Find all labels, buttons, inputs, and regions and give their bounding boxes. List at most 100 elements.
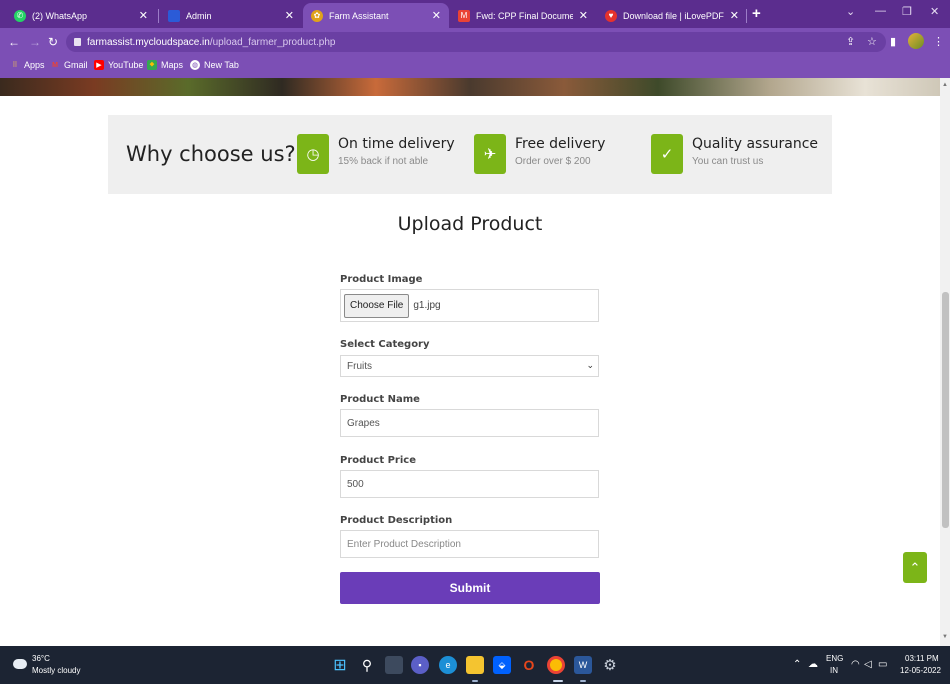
teams-chat-icon[interactable]: ▪ [411,656,429,674]
bookmark-star-icon[interactable]: ☆ [867,35,877,48]
url-path: /upload_farmer_product.php [209,36,336,48]
page-title: Upload Product [397,213,543,235]
gmail-icon: M [52,61,58,69]
close-tab-icon[interactable]: ✕ [579,9,588,22]
profile-avatar[interactable] [908,33,924,49]
scroll-to-top-button[interactable]: ⌃ [903,552,927,583]
chevron-down-icon: ⌄ [586,360,594,370]
product-image-field: Choose File g1.jpg [340,289,599,322]
whatsapp-icon: ✆ [14,9,26,22]
windows-start-icon[interactable]: ⊞ [331,656,349,674]
tab-title: Download file | iLovePDF [623,10,724,21]
submit-button[interactable]: Submit [340,572,600,604]
page-scrollbar[interactable]: ▲ ▼ [940,78,950,646]
close-tab-icon[interactable]: ✕ [730,9,739,22]
gmail-icon: M [458,9,470,22]
tab-search-icon[interactable]: ⌄ [846,5,855,18]
tab-gmail[interactable]: M Fwd: CPP Final Documents group ✕ [450,3,596,28]
feature-subtitle: 15% back if not able [338,156,429,167]
bookmark-youtube[interactable]: ▶ YouTube [94,60,143,70]
toolbar: ← → ↻ farmassist.mycloudspace.in/upload_… [0,28,950,56]
url-host: farmassist.mycloudspace.in [87,36,210,48]
language-top[interactable]: ENG [826,654,843,663]
share-icon[interactable]: ⇪ [846,35,855,48]
feature-title: On time delivery [338,136,455,152]
cloud-tray-icon[interactable]: ☁ [808,659,818,670]
chevron-up-icon[interactable]: ⌃ [793,659,801,670]
tab-admin[interactable]: Admin ✕ [160,3,302,28]
office-icon[interactable]: O [520,656,538,674]
edge-icon[interactable]: e [439,656,457,674]
volume-icon[interactable]: ◁ [864,659,872,670]
search-icon[interactable]: ⚲ [358,656,376,674]
close-tab-icon[interactable]: ✕ [432,9,441,22]
tab-farm-assistant[interactable]: ✿ Farm Assistant ✕ [303,3,449,28]
close-tab-icon[interactable]: ✕ [285,9,294,22]
close-window-button[interactable]: ✕ [930,5,939,18]
wifi-icon[interactable]: ◠ [851,659,860,670]
reload-icon[interactable]: ↻ [48,35,58,49]
tab-title: Fwd: CPP Final Documents group [476,10,573,21]
forward-icon[interactable]: → [29,35,41,49]
apps-grid-icon: ⠿ [12,62,18,69]
close-tab-icon[interactable]: ✕ [139,9,148,22]
plane-icon: ✈ [474,134,506,174]
language-bottom[interactable]: IN [830,666,838,675]
clock-time[interactable]: 03:11 PM [905,654,939,663]
product-price-label: Product Price [340,455,416,466]
page-viewport: Why choose us? ◷ On time delivery 15% ba… [0,78,940,646]
weather-description[interactable]: Mostly cloudy [32,666,80,675]
file-explorer-icon[interactable] [466,656,484,674]
bookmark-gmail[interactable]: M Gmail [50,60,87,70]
new-tab-button[interactable]: + [752,5,761,22]
address-bar[interactable]: farmassist.mycloudspace.in/upload_farmer… [66,32,886,52]
youtube-icon: ▶ [94,60,104,70]
tab-title: Admin [186,10,212,21]
weather-temperature[interactable]: 36°C [32,654,50,663]
product-price-value: 500 [347,478,364,490]
choose-file-button[interactable]: Choose File [344,293,410,318]
task-view-icon[interactable] [385,656,403,674]
category-select[interactable]: Fruits ⌄ [340,355,599,377]
bookmark-label: YouTube [108,60,144,70]
why-title: Why choose us? [126,142,296,166]
feature-subtitle: You can trust us [692,156,764,167]
ilovepdf-icon: ♥ [605,9,617,22]
side-panel-icon[interactable]: ▮ [890,35,896,48]
product-name-label: Product Name [340,394,420,405]
selected-file-name: g1.jpg [413,300,441,311]
minimize-button[interactable]: — [875,5,886,17]
select-category-label: Select Category [340,339,430,350]
menu-kebab-icon[interactable]: ⋮ [933,35,944,48]
dropbox-icon[interactable]: ⬙ [493,656,511,674]
bookmark-new-tab[interactable]: ◍ New Tab [190,60,239,70]
feature-title: Free delivery [515,136,606,152]
battery-icon[interactable]: ▭ [878,659,887,670]
product-description-input[interactable]: Enter Product Description [340,530,599,558]
product-price-input[interactable]: 500 [340,470,599,498]
bookmark-label: Maps [161,60,184,70]
lock-icon [74,38,81,46]
tab-ilovepdf[interactable]: ♥ Download file | iLovePDF ✕ [597,3,747,28]
product-image-label: Product Image [340,274,423,285]
feature-title: Quality assurance [692,136,819,152]
back-icon[interactable]: ← [8,35,20,49]
bookmark-apps[interactable]: ⠿ Apps [10,60,45,70]
scroll-up-arrow-icon[interactable]: ▲ [942,82,948,88]
chrome-icon[interactable] [547,656,565,674]
bookmark-maps[interactable]: ⬥ Maps [147,60,183,70]
clock-icon: ◷ [297,134,329,174]
tab-whatsapp[interactable]: ✆ (2) WhatsApp ✕ [6,3,156,28]
product-name-input[interactable]: Grapes [340,409,599,437]
maps-icon: ⬥ [147,60,157,70]
bookmark-label: Apps [24,60,45,70]
farm-icon: ✿ [311,9,323,22]
cloud-icon[interactable] [13,659,27,669]
word-icon[interactable]: W [574,656,592,674]
feature-subtitle: Order over $ 200 [515,156,591,167]
settings-gear-icon[interactable]: ⚙ [601,656,619,674]
scroll-down-arrow-icon[interactable]: ▼ [942,634,948,640]
restore-button[interactable]: ❐ [902,5,912,18]
scrollbar-thumb[interactable] [942,292,949,528]
clock-date[interactable]: 12-05-2022 [900,666,941,675]
